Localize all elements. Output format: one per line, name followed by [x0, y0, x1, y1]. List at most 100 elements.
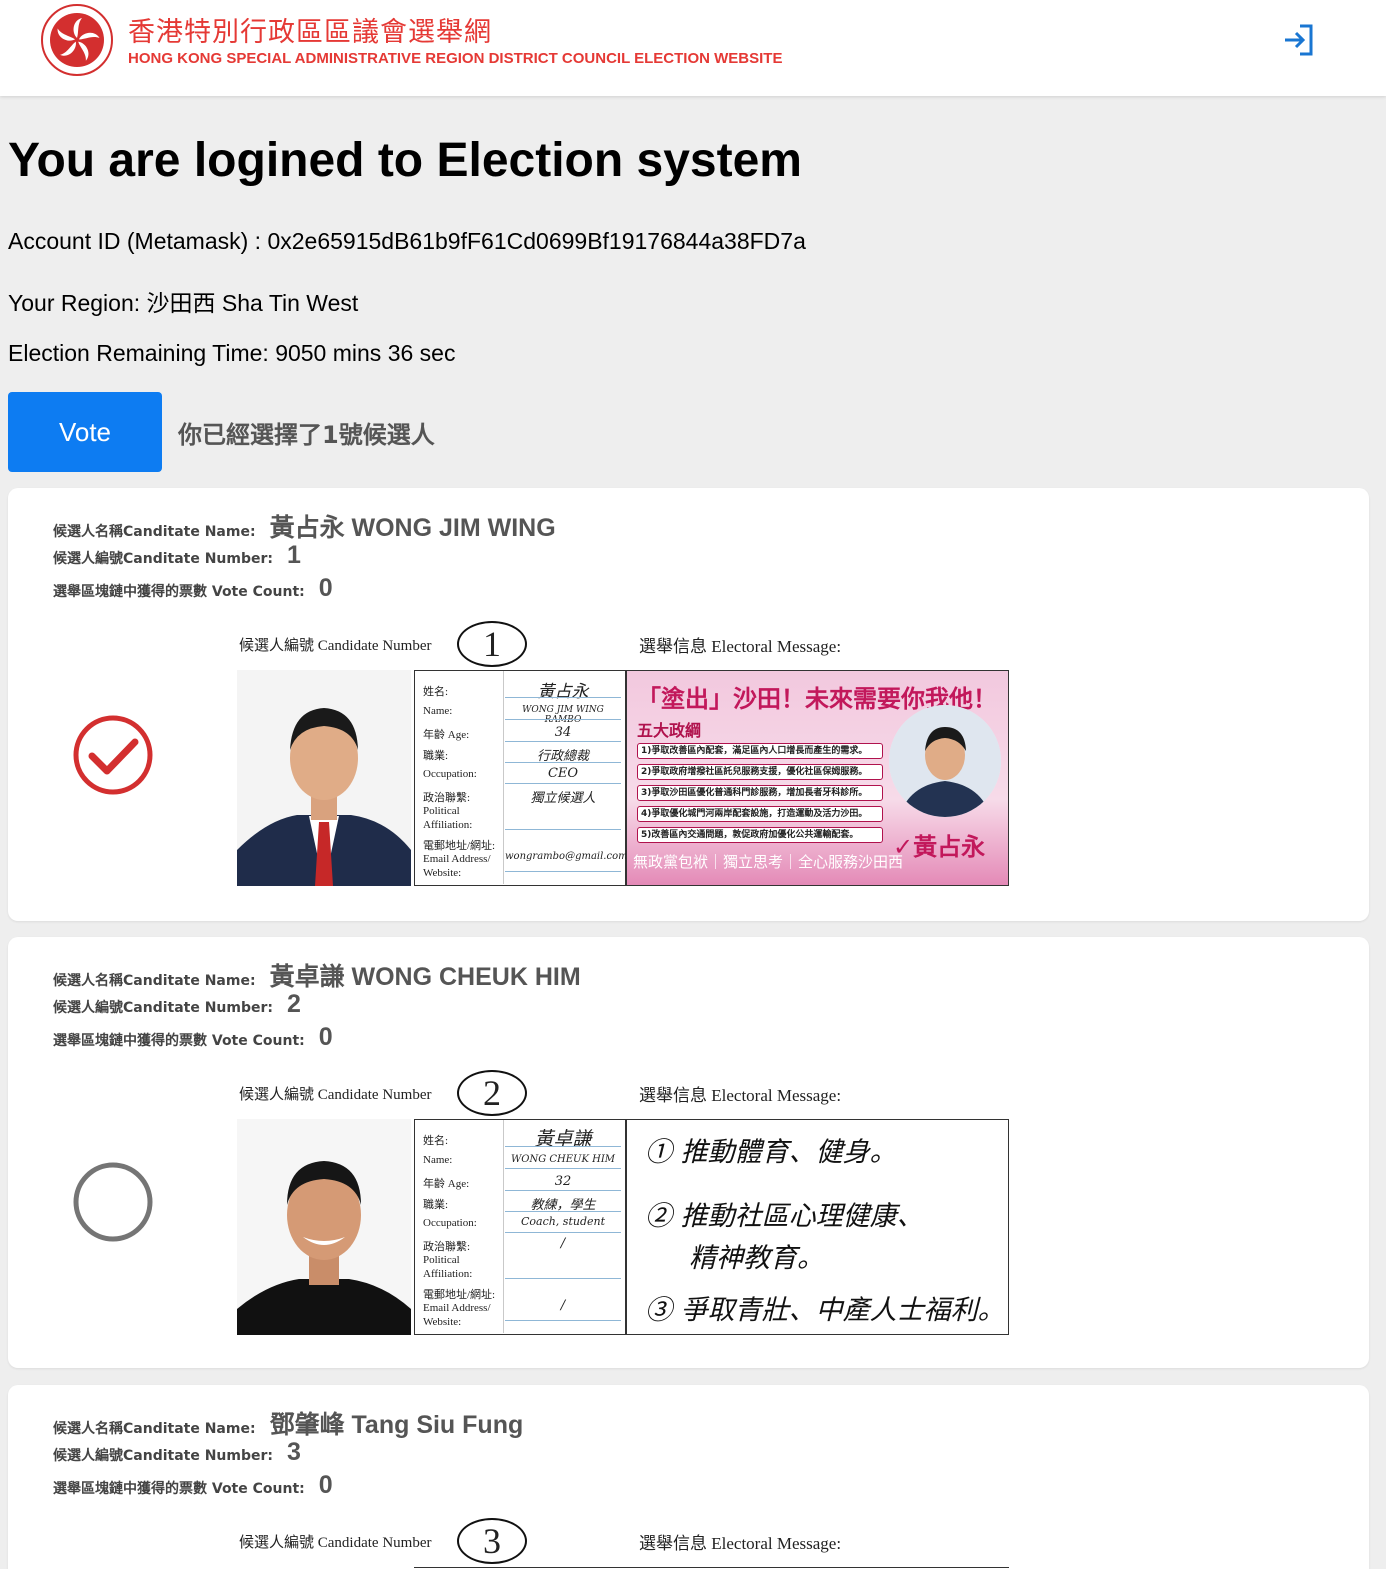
message-line: 精神教育。 — [689, 1243, 824, 1274]
ballot-number: 1 — [457, 621, 527, 667]
ballot-number-label: 候選人編號 Candidate Number — [239, 1535, 432, 1551]
hksar-emblem-icon — [41, 4, 113, 76]
vote-count-label: 選舉區塊鏈中獲得的票數 Vote Count: — [53, 1481, 305, 1497]
form-label-affiliation-en1: Political — [423, 805, 460, 817]
poster-item: 3)爭取沙田區優化普通科門診服務，增加長者牙科診所。 — [637, 785, 883, 801]
ballot-paper: 候選人編號 Candidate Number 3 選舉信息 Electoral … — [237, 1517, 1009, 1569]
form-value-email: wongrambo@gmail.com — [505, 851, 628, 862]
radio-unchecked-icon[interactable] — [72, 1161, 154, 1243]
form-value-affiliation: / — [560, 1236, 566, 1251]
form-label-email-en2: Website: — [423, 867, 462, 879]
form-value-occupation-en: Coach, student — [520, 1215, 606, 1228]
message-line: ① 推動體育、健身。 — [645, 1137, 897, 1168]
candidate-number-row: 候選人編號Canditate Number: 3 — [53, 1438, 301, 1467]
site-title-chinese: 香港特別行政區區議會選舉網 — [128, 17, 492, 48]
form-value-email: / — [560, 1298, 566, 1313]
ballot-header: 候選人編號 Candidate Number 1 選舉信息 Electoral … — [237, 620, 1009, 668]
page-title: You are logined to Election system — [8, 134, 802, 187]
form-label-name-zh: 姓名: — [423, 1135, 449, 1147]
form-label-name-en: Name: — [423, 1154, 453, 1166]
poster-footer: 無政黨包袱｜獨立思考｜全心服務沙田西 — [633, 853, 904, 871]
account-id-label: Account ID (Metamask) : — [8, 228, 268, 254]
region-value: 沙田西 Sha Tin West — [146, 290, 359, 316]
ballot-paper: 候選人編號 Candidate Number 2 選舉信息 Electoral … — [237, 1069, 1009, 1335]
remaining-time-value: 9050 mins 36 sec — [275, 340, 456, 366]
vote-count-row: 選舉區塊鏈中獲得的票數 Vote Count: 0 — [53, 1471, 333, 1500]
form-label-email-en2: Website: — [423, 1316, 462, 1328]
electoral-message-label: 選舉信息 Electoral Message: — [639, 1534, 842, 1553]
form-value-name-en: WONG JIM WING RAMBO — [522, 705, 604, 725]
candidate-card-3[interactable]: 候選人名稱Canditate Name: 鄧肇峰 Tang Siu Fung 候… — [8, 1385, 1369, 1569]
ballot-body: 姓名: 黃占永 Name: WONG JIM WING RAMBO 年齡 Age… — [237, 670, 1009, 886]
vote-count: 0 — [318, 1471, 333, 1499]
poster-candidate-name: ✓黃占永 — [893, 833, 986, 861]
vote-count-row: 選舉區塊鏈中獲得的票數 Vote Count: 0 — [53, 574, 333, 603]
candidate-number-row: 候選人編號Canditate Number: 2 — [53, 990, 301, 1019]
candidate-number-label: 候選人編號Canditate Number: — [53, 1000, 274, 1016]
candidate-number-row: 候選人編號Canditate Number: 1 — [53, 541, 301, 570]
candidate-name: 黃占永 WONG JIM WING — [269, 514, 556, 542]
candidate-name-label: 候選人名稱Canditate Name: — [53, 1421, 256, 1437]
vote-count-label: 選舉區塊鏈中獲得的票數 Vote Count: — [53, 1033, 305, 1049]
electoral-message-poster: 「塗出」沙田！未來需要你我他！ 五大政綱 1)爭取改善區內配套，滿足區內人口增長… — [626, 670, 1009, 886]
vote-button[interactable]: Vote — [8, 392, 162, 472]
poster-item: 2)爭取政府增撥社區託兒服務支援，優化社區保姆服務。 — [637, 764, 883, 780]
vote-count: 0 — [318, 574, 333, 602]
form-label-affiliation-zh: 政治聯繫: — [423, 792, 471, 804]
ballot-header: 候選人編號 Candidate Number 2 選舉信息 Electoral … — [237, 1069, 1009, 1117]
form-label-affiliation-en2: Affiliation: — [423, 1268, 473, 1280]
electoral-message-label: 選舉信息 Electoral Message: — [639, 1086, 842, 1105]
poster-candidate-photo — [889, 705, 1001, 817]
form-value-name-zh: 黃占永 — [537, 682, 589, 702]
remaining-time-label: Election Remaining Time: — [8, 340, 276, 366]
vote-count-label: 選舉區塊鏈中獲得的票數 Vote Count: — [53, 584, 305, 600]
campaign-poster: 「塗出」沙田！未來需要你我他！ 五大政綱 1)爭取改善區內配套，滿足區內人口增長… — [627, 671, 1008, 885]
form-label-email-zh: 電郵地址/網址: — [423, 840, 496, 852]
form-value-age: 32 — [554, 1174, 572, 1189]
form-label-age: 年齡 Age: — [423, 729, 470, 741]
form-value-age: 34 — [554, 725, 572, 740]
form-label-occupation-zh: 職業: — [423, 750, 449, 762]
vote-count-row: 選舉區塊鏈中獲得的票數 Vote Count: 0 — [53, 1023, 333, 1052]
candidate-number: 2 — [287, 990, 301, 1018]
form-label-age: 年齡 Age: — [423, 1178, 470, 1190]
form-label-affiliation-en1: Political — [423, 1254, 460, 1266]
form-label-occupation-zh: 職業: — [423, 1199, 449, 1211]
selected-candidate-message: 你已經選擇了1號候選人 — [178, 421, 435, 449]
form-label-name-zh: 姓名: — [423, 686, 449, 698]
account-id-line: Account ID (Metamask) : 0x2e65915dB61b9f… — [8, 228, 806, 255]
account-id-value: 0x2e65915dB61b9fF61Cd0699Bf19176844a38FD… — [267, 228, 806, 254]
radio-checked-icon[interactable] — [72, 714, 154, 796]
form-label-email-en1: Email Address/ — [423, 853, 491, 865]
electoral-message-label: 選舉信息 Electoral Message: — [639, 637, 842, 656]
form-value-occupation-en: CEO — [547, 766, 579, 781]
electoral-message-handwritten: ① 推動體育、健身。 ② 推動社區心理健康、 精神教育。 ③ 爭取青壯、中產人士… — [626, 1119, 1009, 1335]
region-label: Your Region: — [8, 290, 147, 316]
candidate-photo — [237, 1119, 411, 1335]
candidate-card-1[interactable]: 候選人名稱Canditate Name: 黃占永 WONG JIM WING 候… — [8, 488, 1369, 921]
candidate-number-label: 候選人編號Canditate Number: — [53, 1448, 274, 1464]
candidate-number: 1 — [287, 541, 301, 569]
login-icon[interactable] — [1280, 21, 1318, 59]
ballot-body: 姓名: 黃卓謙 Name: WONG CHEUK HIM 年齡 Age: 32 … — [237, 1119, 1009, 1335]
poster-item: 5)改善區內交通問題，敦促政府加優化公共運輸配套。 — [637, 827, 883, 843]
region-line: Your Region: 沙田西 Sha Tin West — [8, 284, 358, 318]
form-label-name-en: Name: — [423, 705, 453, 717]
candidate-name-row: 候選人名稱Canditate Name: 黃卓謙 WONG CHEUK HIM — [53, 957, 581, 993]
poster-subtitle: 五大政綱 — [637, 721, 702, 740]
ballot-paper: 候選人編號 Candidate Number 1 選舉信息 Electoral … — [237, 620, 1009, 886]
candidate-card-2[interactable]: 候選人名稱Canditate Name: 黃卓謙 WONG CHEUK HIM … — [8, 937, 1369, 1368]
form-label-affiliation-zh: 政治聯繫: — [423, 1241, 471, 1253]
candidate-photo — [237, 670, 411, 886]
form-label-occupation-en: Occupation: — [423, 1217, 477, 1229]
form-label-occupation-en: Occupation: — [423, 768, 477, 780]
form-value-name-en: WONG CHEUK HIM — [510, 1154, 616, 1165]
candidate-number-label: 候選人編號Canditate Number: — [53, 551, 274, 567]
form-value-affiliation: 獨立候選人 — [530, 791, 596, 806]
candidate-name-row: 候選人名稱Canditate Name: 黃占永 WONG JIM WING — [53, 508, 556, 544]
poster-item: 4)爭取優化城門河兩岸配套設施，打造運動及活力沙田。 — [637, 806, 883, 822]
message-line: ② 推動社區心理健康、 — [645, 1201, 924, 1232]
candidate-name-row: 候選人名稱Canditate Name: 鄧肇峰 Tang Siu Fung — [53, 1405, 523, 1441]
ballot-header: 候選人編號 Candidate Number 3 選舉信息 Electoral … — [237, 1517, 1009, 1565]
ballot-number-label: 候選人編號 Candidate Number — [239, 1087, 432, 1103]
